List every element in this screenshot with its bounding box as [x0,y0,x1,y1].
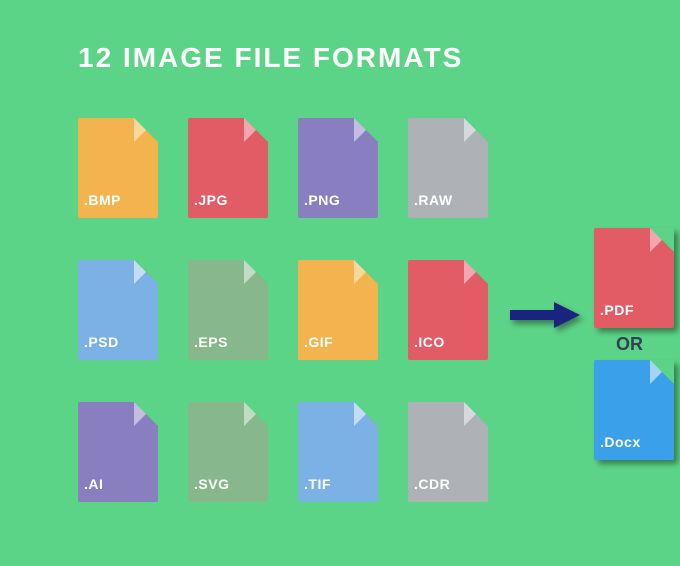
file-ext-label: .TIF [304,476,331,492]
file-corner-cut [134,118,158,142]
file-corner-cut [134,402,158,426]
file-ext-label: .GIF [304,334,333,350]
file-corner-cut [354,118,378,142]
file-icon: .PSD [78,260,158,360]
file-corner-cut [464,260,488,284]
file-corner-cut [464,402,488,426]
file-corner-cut [354,402,378,426]
file-corner-cut [244,402,268,426]
file-corner-cut [650,360,674,384]
file-icon: .EPS [188,260,268,360]
file-icon: .JPG [188,118,268,218]
file-corner-cut [354,260,378,284]
file-ext-label: .Docx [600,434,641,450]
file-corner-cut [244,118,268,142]
page-title: 12 IMAGE FILE FORMATS [78,42,463,74]
diagram-canvas: 12 IMAGE FILE FORMATS .BMP .JPG .PNG .RAW .P… [0,0,680,566]
file-corner-cut [464,118,488,142]
file-corner-cut [244,260,268,284]
file-ext-label: .SVG [194,476,229,492]
file-icon: .SVG [188,402,268,502]
file-icon: .Docx [594,360,674,460]
file-icon: .CDR [408,402,488,502]
or-label: OR [616,334,643,355]
file-ext-label: .PDF [600,302,634,318]
file-icon: .GIF [298,260,378,360]
file-icon: .ICO [408,260,488,360]
file-ext-label: .RAW [414,192,453,208]
arrow-icon [510,302,580,322]
file-corner-cut [650,228,674,252]
file-ext-label: .BMP [84,192,121,208]
file-ext-label: .CDR [414,476,450,492]
file-icon: .BMP [78,118,158,218]
file-ext-label: .PNG [304,192,340,208]
file-ext-label: .PSD [84,334,119,350]
file-icon: .AI [78,402,158,502]
file-icon: .RAW [408,118,488,218]
file-ext-label: .AI [84,476,103,492]
file-ext-label: .EPS [194,334,228,350]
file-ext-label: .JPG [194,192,228,208]
file-icon: .TIF [298,402,378,502]
file-icon: .PNG [298,118,378,218]
file-corner-cut [134,260,158,284]
file-ext-label: .ICO [414,334,445,350]
file-icon: .PDF [594,228,674,328]
